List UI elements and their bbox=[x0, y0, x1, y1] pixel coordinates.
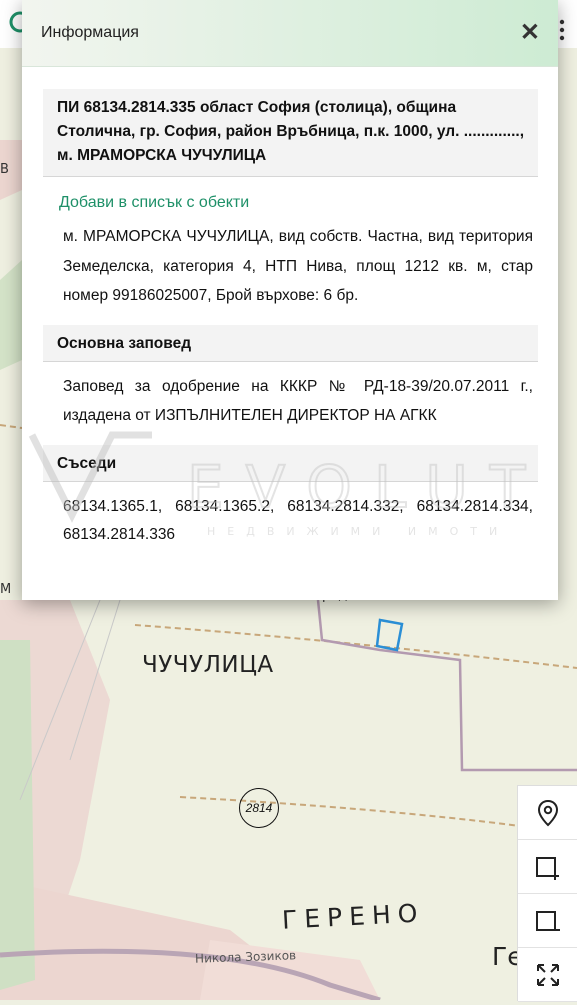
dialog-body: ПИ 68134.2814.335 област София (столица)… bbox=[22, 67, 558, 549]
dialog-title: Информация bbox=[41, 24, 139, 41]
order-section-heading: Основна заповед bbox=[43, 324, 538, 362]
add-to-list-link[interactable]: Добави в списък с обекти bbox=[59, 194, 538, 212]
parcel-heading: ПИ 68134.2814.335 област София (столица)… bbox=[43, 89, 538, 177]
draw-square-plus-icon[interactable] bbox=[518, 840, 577, 894]
order-text: Заповед за одобрение на КККР № РД-18-39/… bbox=[63, 377, 533, 425]
neighbors-section-heading: Съседи bbox=[43, 444, 538, 482]
location-pin-icon[interactable] bbox=[518, 786, 577, 840]
map-toolbar bbox=[517, 785, 577, 1002]
map-label-left: М bbox=[0, 582, 12, 597]
map-label-chuchulitsa: ЧУЧУЛИЦА bbox=[142, 652, 274, 678]
map-label-b: В bbox=[0, 162, 9, 177]
info-dialog: Информация ✕ ПИ 68134.2814.335 област Со… bbox=[22, 0, 558, 600]
close-icon[interactable]: ✕ bbox=[520, 21, 540, 45]
parcel-number-badge: 2814 bbox=[239, 788, 279, 828]
draw-square-minus-icon[interactable] bbox=[518, 894, 577, 948]
dialog-header: Информация ✕ bbox=[22, 0, 558, 67]
fullscreen-icon[interactable] bbox=[518, 948, 577, 1002]
parcel-description: м. МРАМОРСКА ЧУЧУЛИЦА, вид собств. Частн… bbox=[63, 228, 533, 304]
neighbors-text: 68134.1365.1, 68134.1365.2, 68134.2814.3… bbox=[63, 497, 533, 543]
